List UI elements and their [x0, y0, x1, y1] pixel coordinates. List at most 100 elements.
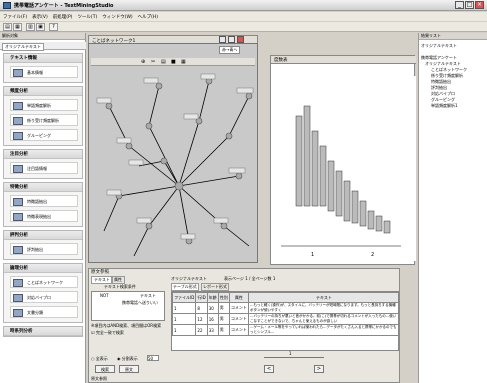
report-format-tab[interactable]: レポート形式: [201, 283, 229, 291]
network-close-button[interactable]: [237, 36, 244, 43]
menu-tools[interactable]: ツール(T): [77, 14, 97, 20]
title-bar: 携帯電話アンケート - TextMiningStudio _ □ ×: [0, 0, 487, 11]
result-list-pane: 結果リスト オリジナルテキスト 携帯電話アンケート オリジナルテキスト ことばネット…: [418, 33, 487, 383]
result-list-tab[interactable]: オリジナルテキスト: [421, 43, 457, 49]
original-text-tab[interactable]: オリジナルテキスト: [171, 276, 207, 282]
table-row[interactable]: 1 22 33 男コメント …ゲーム・メール等をやっていれば使われたら…データがたくさん…: [172, 324, 398, 336]
analysis-pane: 解析対象 オリジナルテキスト テキスト情報 基本情報 頻度分析 単語頻度解析 係り受け頻…: [0, 33, 86, 383]
original-button[interactable]: 原文: [119, 365, 139, 373]
table-cell: 16: [206, 313, 219, 325]
column-header[interactable]: 年齢: [206, 292, 219, 303]
menu-view[interactable]: 表示(V): [32, 14, 48, 20]
minimize-button[interactable]: _: [455, 1, 464, 9]
analysis-item[interactable]: 評判抽出: [10, 243, 78, 255]
print-icon[interactable]: ▥: [26, 23, 35, 31]
network-max-button[interactable]: [228, 36, 235, 43]
close-button[interactable]: ×: [475, 1, 484, 9]
analysis-item[interactable]: 特徴表現抽出: [10, 210, 78, 222]
help-icon[interactable]: ?: [49, 23, 58, 31]
analysis-icon: [13, 102, 23, 110]
analysis-icon: [13, 132, 23, 140]
search-button[interactable]: 検索: [95, 365, 115, 373]
section-header[interactable]: 時系列分析: [4, 327, 82, 336]
analysis-item[interactable]: グルーピング: [10, 129, 78, 141]
table-cell: …バッテリーの持ちが悪いと音がかかる。前(こ)で携帯が切れるコメントが入ったもの…: [247, 313, 398, 325]
maximize-button[interactable]: □: [465, 1, 474, 9]
not-label: NOT: [100, 293, 109, 298]
network-graph[interactable]: [89, 66, 257, 262]
fill-icon[interactable]: ■: [171, 59, 176, 65]
search-condition-tab[interactable]: テキスト検索条件: [104, 284, 136, 290]
table-row[interactable]: 1 12 16 男コメント …バッテリーの持ちが悪いと音がかかる。前(こ)で携帯が切れる…: [172, 313, 398, 325]
menu-help[interactable]: ヘルプ(H): [138, 14, 158, 20]
menu-preprocess[interactable]: 前処理(P): [53, 14, 73, 20]
analysis-item[interactable]: 特徴語抽出: [10, 195, 78, 207]
analysis-icon: [13, 165, 23, 173]
analysis-icon: [13, 198, 23, 206]
text-column-label: テキスト: [140, 293, 156, 298]
radio-split[interactable]: ◉ 分割表示: [117, 356, 138, 362]
status-text: 原文参照: [91, 376, 107, 381]
save-icon[interactable]: ▦: [13, 23, 22, 31]
table-cell: コメント: [228, 324, 249, 336]
column-header[interactable]: ファイルID: [172, 292, 197, 303]
pager-prev-button[interactable]: <: [264, 365, 274, 373]
zoom-icon[interactable]: ⊕: [141, 59, 145, 65]
analysis-item-label: 特徴表現抽出: [27, 214, 51, 219]
radio-all[interactable]: ○ 全表示: [91, 356, 108, 362]
analysis-item[interactable]: 係り受け頻度解析: [10, 114, 78, 126]
network-toolbar: ⊕ ✂ ▤ ■ ▦: [91, 58, 255, 66]
tab-attribute[interactable]: 属性: [111, 276, 125, 284]
analysis-item-label: グルーピング: [27, 133, 51, 138]
section-header[interactable]: 評判分析: [4, 231, 82, 240]
analysis-item[interactable]: 基本情報: [10, 66, 78, 78]
search-condition-value[interactable]: 携帯電話へ送りいい: [122, 300, 158, 306]
section-header[interactable]: 頻度分析: [4, 87, 82, 96]
section-3: 特徴分析特徴語抽出特徴表現抽出: [3, 182, 83, 227]
word-network-canvas[interactable]: 赤→青へ ⊕ ✂ ▤ ■ ▦: [88, 43, 258, 263]
menu-file[interactable]: ファイル(F): [3, 14, 27, 20]
count-field[interactable]: 50: [147, 355, 159, 361]
analysis-item[interactable]: 注目語情報: [10, 162, 78, 174]
column-header[interactable]: 行ID: [195, 292, 208, 303]
tab-text[interactable]: テキスト: [91, 276, 113, 284]
column-header[interactable]: 性別: [217, 292, 230, 303]
table-cell: 8: [195, 302, 208, 314]
results-table: ファイルID 行ID 年齢 性別 属性 テキスト 1 8 30 男コメント …もっと軽く(操作)が…: [172, 292, 398, 336]
toolbar: ▤ ▦ ▥ ▣ ?: [0, 22, 487, 32]
column-header[interactable]: 属性: [228, 292, 249, 303]
network-min-button[interactable]: [219, 36, 226, 43]
section-header[interactable]: 特徴分析: [4, 183, 82, 192]
menu-bar: ファイル(F) 表示(V) 前処理(P) ツール(T) ウィンドウ(W) ヘルプ(H): [0, 12, 487, 21]
analysis-item[interactable]: 文書分類: [10, 306, 78, 318]
column-header[interactable]: テキスト: [247, 292, 398, 303]
analysis-item[interactable]: 対応バイプロ: [10, 291, 78, 303]
menu-window[interactable]: ウィンドウ(W): [102, 14, 132, 20]
chart-axis-label-1: 1: [311, 252, 314, 258]
3d-bar-chart[interactable]: 1 2: [271, 76, 416, 261]
exact-match-checkbox[interactable]: ☑ 完全一致で検索: [91, 330, 124, 336]
section-header[interactable]: 注目分析: [4, 150, 82, 159]
analysis-item-label: 単語頻度解析: [27, 103, 51, 108]
exact-match-label: 完全一致で検索: [95, 330, 124, 335]
section-header[interactable]: 論理分析: [4, 264, 82, 273]
analysis-item[interactable]: ことばネットワーク: [10, 276, 78, 288]
search-condition-table[interactable]: NOT テキスト 携帯電話へ送りいい: [91, 291, 165, 321]
table-row[interactable]: 1 8 30 男コメント …もっと軽く(操作)が、スタイルに、バッテリーが短時間になりま…: [172, 302, 398, 314]
open-icon[interactable]: ▤: [3, 23, 12, 31]
table-icon[interactable]: ▦: [181, 59, 186, 65]
copy-icon[interactable]: ▤: [161, 59, 166, 65]
table-cell: 22: [195, 324, 208, 336]
analysis-item-label: 評判抽出: [27, 247, 43, 252]
pager-next-button[interactable]: >: [314, 365, 324, 373]
pane-tab[interactable]: オリジナルテキスト: [2, 43, 44, 51]
table-cell: 1: [172, 324, 197, 336]
table-format-tab[interactable]: テーブル形式: [171, 283, 199, 291]
cut-icon[interactable]: ✂: [151, 59, 155, 65]
page-slider[interactable]: [264, 357, 324, 358]
analysis-item[interactable]: 単語頻度解析: [10, 99, 78, 111]
analysis-item-label: 対応バイプロ: [27, 295, 51, 300]
section-header[interactable]: テキスト情報: [4, 54, 82, 63]
table-icon[interactable]: ▣: [36, 23, 45, 31]
tree-item[interactable]: 単語頻度解析1: [421, 103, 485, 109]
